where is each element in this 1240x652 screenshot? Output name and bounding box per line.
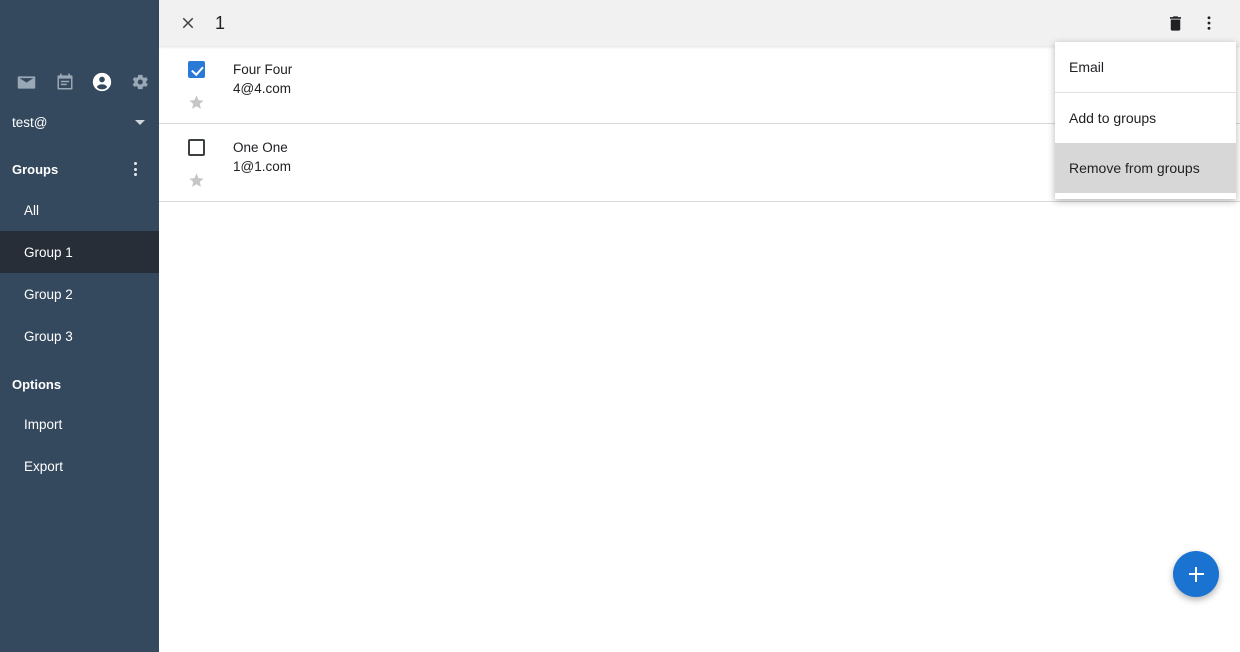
main-content: 1 Four Four 4@4.com One One 1@1.com Emai… <box>159 0 1240 652</box>
account-name: test@ <box>12 114 48 130</box>
groups-section-label: Groups <box>12 161 59 177</box>
sidebar-item-group-1[interactable]: Group 1 <box>0 231 159 273</box>
mail-icon[interactable] <box>8 63 46 101</box>
sidebar-item-label: Import <box>24 416 63 432</box>
menu-item-label: Email <box>1069 59 1105 75</box>
contact-name: Four Four <box>233 62 293 77</box>
groups-section-header: Groups <box>0 149 159 189</box>
sidebar-item-label: Group 2 <box>24 286 73 302</box>
sidebar-item-label: Group 3 <box>24 328 73 344</box>
sidebar-item-import[interactable]: Import <box>0 403 159 445</box>
sidebar-item-group-3[interactable]: Group 3 <box>0 315 159 357</box>
contact-email: 1@1.com <box>233 159 291 174</box>
sidebar-item-all[interactable]: All <box>0 189 159 231</box>
options-section-label: Options <box>12 376 62 392</box>
settings-icon[interactable] <box>121 63 159 101</box>
menu-item-email[interactable]: Email <box>1055 42 1236 92</box>
row-checkbox[interactable] <box>187 61 205 78</box>
contact-name: One One <box>233 140 288 155</box>
more-options-menu: Email Add to groups Remove from groups <box>1055 42 1236 199</box>
contacts-icon[interactable] <box>84 63 122 101</box>
menu-item-label: Remove from groups <box>1069 160 1200 176</box>
account-selector[interactable]: test@ <box>0 105 159 139</box>
menu-item-add-to-groups[interactable]: Add to groups <box>1055 93 1236 143</box>
selection-count-title: 1 <box>215 12 226 33</box>
menu-item-remove-from-groups[interactable]: Remove from groups <box>1055 143 1236 193</box>
star-icon[interactable] <box>188 172 205 194</box>
star-icon[interactable] <box>188 94 205 116</box>
chevron-down-icon <box>135 119 145 125</box>
selection-toolbar: 1 <box>159 0 1240 46</box>
delete-icon[interactable] <box>1158 6 1192 40</box>
add-contact-button[interactable] <box>1173 551 1219 597</box>
sidebar-item-label: Group 1 <box>24 244 73 260</box>
sidebar-item-export[interactable]: Export <box>0 445 159 487</box>
sidebar-item-label: Export <box>24 458 64 474</box>
row-controls <box>177 124 215 201</box>
more-options-icon[interactable] <box>1192 6 1226 40</box>
row-details: Four Four 4@4.com <box>215 46 292 123</box>
menu-item-label: Add to groups <box>1069 110 1157 126</box>
sidebar: test@ Groups All Group 1 Group 2 Group 3… <box>0 0 159 652</box>
row-checkbox[interactable] <box>187 139 205 156</box>
sidebar-item-group-2[interactable]: Group 2 <box>0 273 159 315</box>
calendar-icon[interactable] <box>46 63 84 101</box>
groups-more-icon[interactable] <box>125 159 145 179</box>
close-icon[interactable] <box>175 10 201 36</box>
row-details: One One 1@1.com <box>215 124 291 201</box>
contact-email: 4@4.com <box>233 81 291 96</box>
row-controls <box>177 46 215 123</box>
contacts-app: test@ Groups All Group 1 Group 2 Group 3… <box>0 0 1240 652</box>
sidebar-item-label: All <box>24 202 40 218</box>
app-switcher <box>0 59 159 105</box>
